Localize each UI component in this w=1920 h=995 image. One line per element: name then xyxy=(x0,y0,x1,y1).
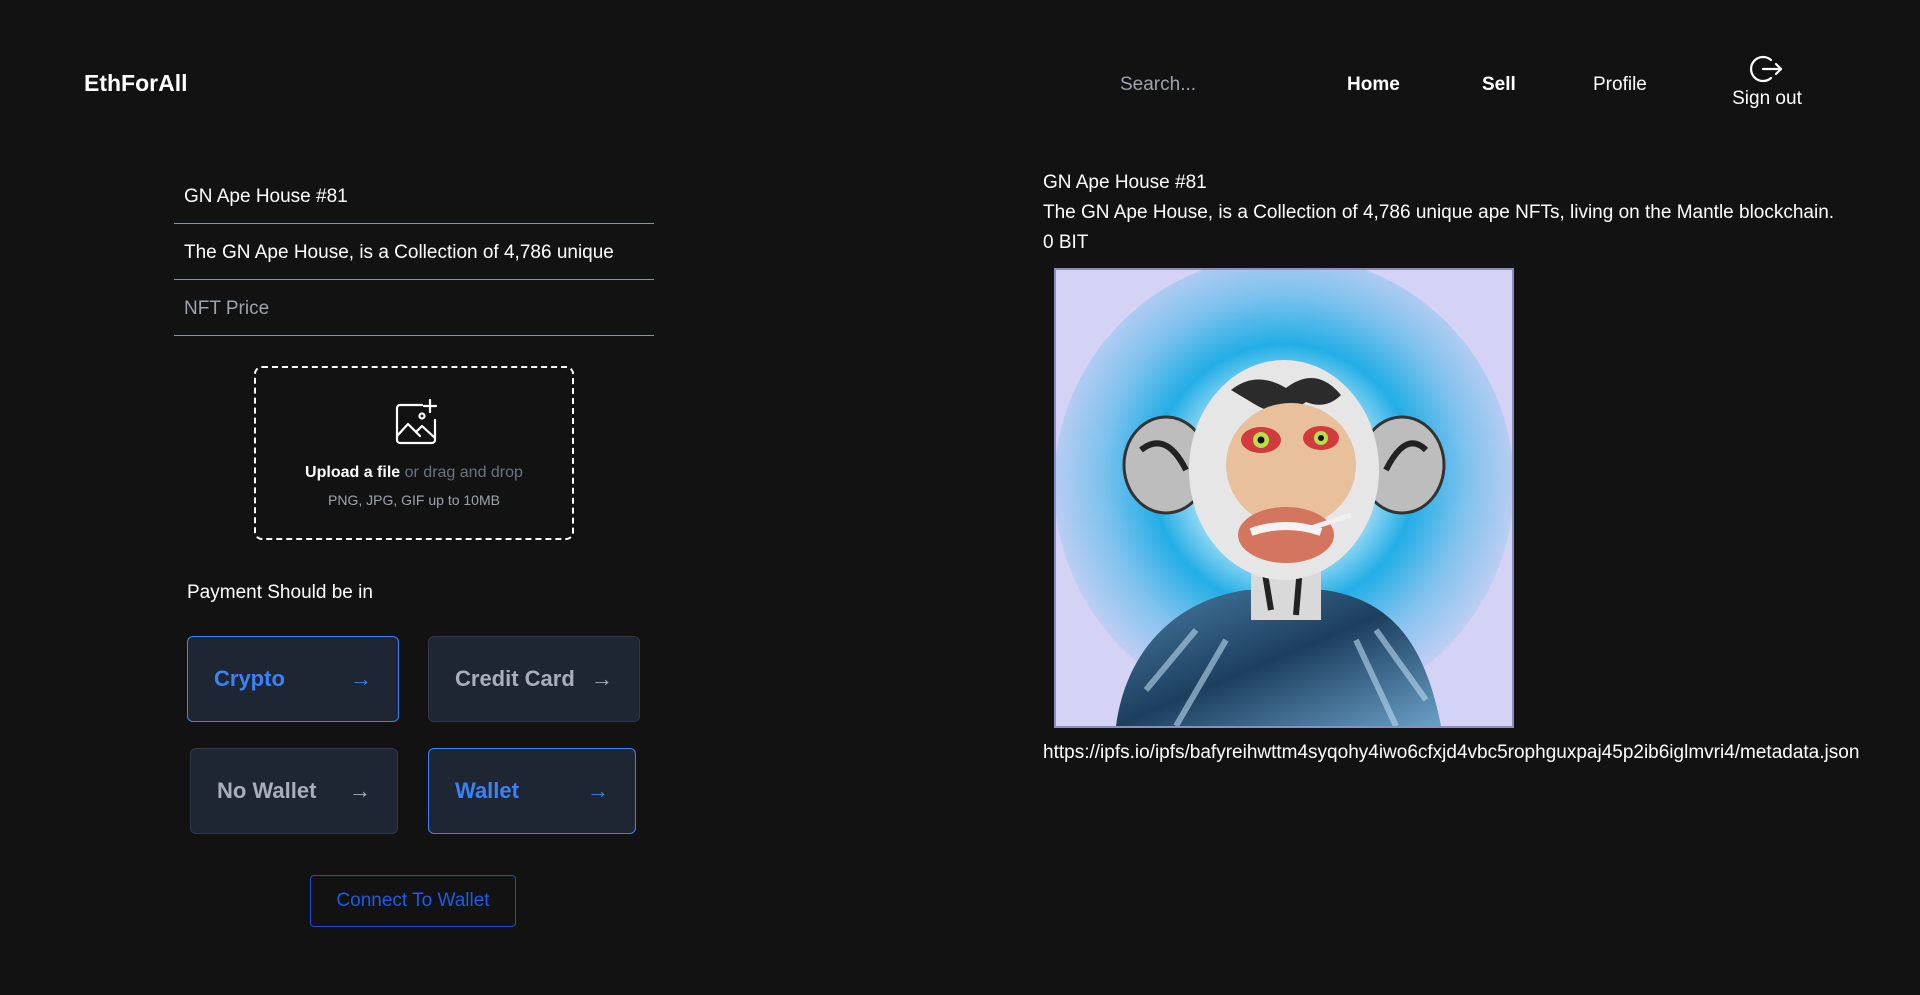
payment-crypto-button[interactable]: Crypto → xyxy=(187,636,399,722)
image-add-icon xyxy=(395,398,438,445)
file-upload-dropzone[interactable]: Upload a file or drag and drop PNG, JPG,… xyxy=(254,366,574,540)
metadata-url[interactable]: https://ipfs.io/ipfs/bafyreihwttm4syqohy… xyxy=(1043,742,1859,764)
nft-description-field[interactable] xyxy=(174,226,654,279)
preview-title: GN Ape House #81 xyxy=(1043,172,1207,193)
nft-name-field[interactable] xyxy=(174,170,654,223)
brand-logo[interactable]: EthForAll xyxy=(84,70,188,97)
arrow-right-icon: → xyxy=(349,778,371,803)
nft-name-field-wrapper xyxy=(174,170,654,224)
sign-out-icon xyxy=(1749,55,1783,83)
payment-wallet-button[interactable]: Wallet → xyxy=(428,748,636,834)
payment-wallet-label: Wallet xyxy=(455,778,519,803)
payment-no-wallet-label: No Wallet xyxy=(217,778,317,803)
payment-label: Payment Should be in xyxy=(187,582,373,603)
upload-file-link[interactable]: Upload a file xyxy=(305,464,400,481)
payment-crypto-label: Crypto xyxy=(214,666,285,691)
upload-instructions: Upload a file or drag and drop xyxy=(256,464,572,482)
nft-price-field-wrapper xyxy=(174,282,654,336)
search-input[interactable] xyxy=(1106,70,1314,100)
nav-sell[interactable]: Sell xyxy=(1482,74,1516,96)
arrow-right-icon: → xyxy=(587,778,609,803)
nft-price-field[interactable] xyxy=(174,282,654,335)
arrow-right-icon: → xyxy=(591,666,613,691)
connect-wallet-button[interactable]: Connect To Wallet xyxy=(310,875,516,927)
upload-hint: PNG, JPG, GIF up to 10MB xyxy=(328,492,500,508)
sign-out-button[interactable]: Sign out xyxy=(1730,52,1804,110)
payment-credit-card-button[interactable]: Credit Card → xyxy=(428,636,640,722)
nft-preview-image xyxy=(1054,268,1514,728)
nft-description-field-wrapper xyxy=(174,226,654,280)
payment-credit-card-label: Credit Card xyxy=(455,666,575,691)
preview-description: The GN Ape House, is a Collection of 4,7… xyxy=(1043,202,1835,223)
upload-drag-text: or drag and drop xyxy=(404,464,523,481)
sign-out-label: Sign out xyxy=(1732,88,1802,109)
arrow-right-icon: → xyxy=(350,666,372,691)
preview-price: 0 BIT xyxy=(1043,232,1089,253)
nav-profile[interactable]: Profile xyxy=(1593,74,1647,96)
nav-home[interactable]: Home xyxy=(1347,74,1400,96)
payment-no-wallet-button[interactable]: No Wallet → xyxy=(190,748,398,834)
